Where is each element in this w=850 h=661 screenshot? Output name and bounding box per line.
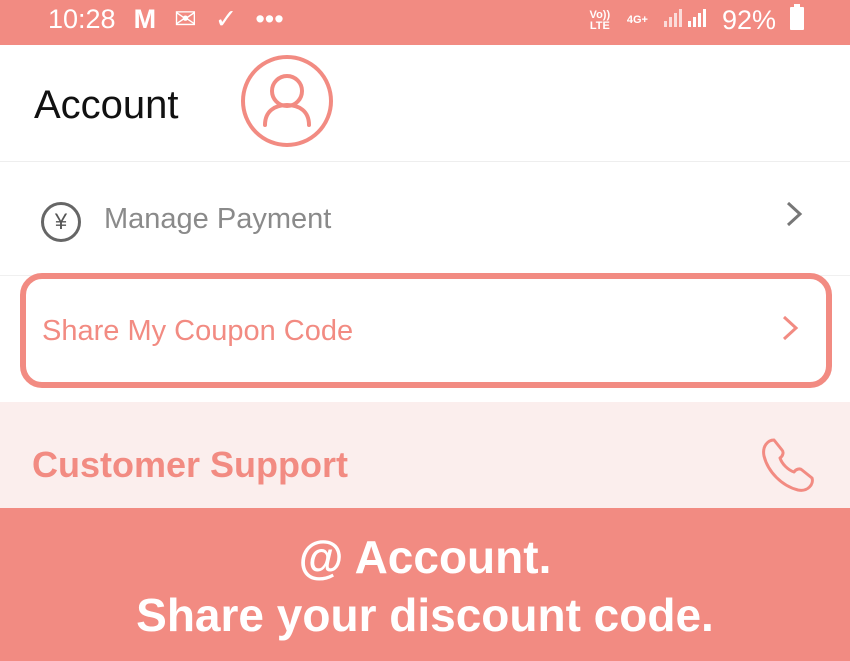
account-header: Account xyxy=(0,45,850,162)
manage-payment-label: Manage Payment xyxy=(104,203,332,235)
banner-line-1: @ Account. xyxy=(298,531,552,583)
battery-icon xyxy=(790,4,804,37)
promo-banner: @ Account. Share your discount code. xyxy=(0,508,850,661)
avatar[interactable] xyxy=(241,55,333,147)
manage-payment-row[interactable]: ¥ Manage Payment xyxy=(0,165,850,276)
share-coupon-row[interactable]: Share My Coupon Code xyxy=(20,273,832,388)
share-coupon-label: Share My Coupon Code xyxy=(42,315,354,347)
customer-support-label: Customer Support xyxy=(32,444,349,485)
status-time: 10:28 xyxy=(48,4,116,34)
banner-line-2: Share your discount code. xyxy=(136,589,714,641)
chevron-right-icon xyxy=(784,199,804,238)
gmail-icon: M xyxy=(133,4,157,34)
customer-support-row[interactable]: Customer Support xyxy=(0,402,850,508)
status-left: 10:28 M ✉ ✓ ••• xyxy=(48,4,284,35)
phone-icon xyxy=(758,436,816,501)
check-icon: ✓ xyxy=(214,4,238,34)
page-title: Account xyxy=(34,83,179,127)
mail-icon: ✉ xyxy=(174,4,197,34)
status-bar: 10:28 M ✉ ✓ ••• Vo)) LTE 4G+ 92% xyxy=(0,0,850,45)
yen-icon: ¥ xyxy=(41,202,81,242)
chevron-right-icon xyxy=(780,313,800,352)
status-right: Vo)) LTE 4G+ 92% xyxy=(587,4,804,37)
network-indicator: 4G+ xyxy=(626,14,648,26)
more-dots-icon: ••• xyxy=(255,4,284,34)
battery-level: 92% xyxy=(721,5,776,35)
volte-indicator: Vo)) LTE xyxy=(589,8,611,32)
user-icon xyxy=(263,74,311,127)
signal-icon xyxy=(662,5,708,36)
